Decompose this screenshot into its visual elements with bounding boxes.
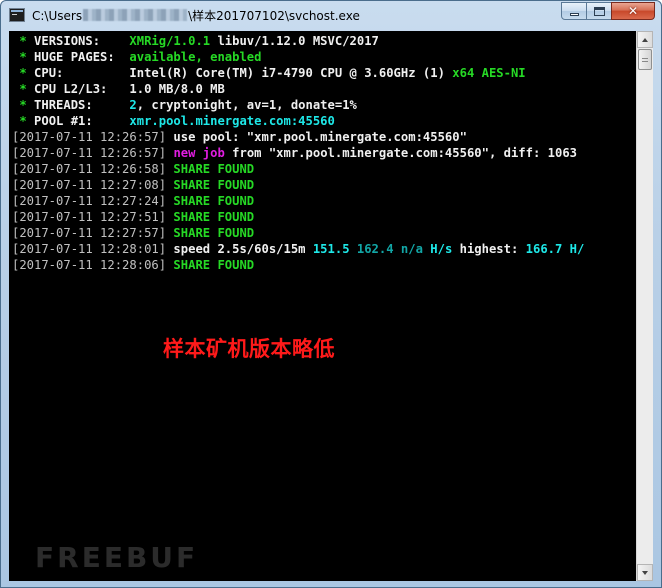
info-bullet: * <box>12 98 35 112</box>
log-message: new job <box>173 146 225 160</box>
console-info-line: * CPU: Intel(R) Core(TM) i7-4790 CPU @ 3… <box>12 65 584 81</box>
info-label: CPU L2/L3: <box>34 82 130 96</box>
minimize-button[interactable] <box>561 2 587 20</box>
info-bullet: * <box>12 34 35 48</box>
info-value: Intel(R) Core(TM) i7-4790 CPU @ 3.60GHz … <box>129 66 453 80</box>
console-info-line: * POOL #1: xmr.pool.minergate.com:45560 <box>12 113 584 129</box>
console-window: C:\Users \样本201707102\svchost.exe ✕ * VER… <box>0 0 662 588</box>
log-message: highest: <box>452 242 526 256</box>
log-message: from "xmr.pool.minergate.com:45560", dif… <box>224 146 578 160</box>
console-info-line: * VERSIONS: XMRig/1.0.1 libuv/1.12.0 MSV… <box>12 33 584 49</box>
minimize-icon <box>570 13 579 16</box>
info-label: VERSIONS: <box>34 34 130 48</box>
scroll-up-arrow-icon[interactable] <box>637 31 653 48</box>
window-title-suffix: \样本201707102\svchost.exe <box>188 9 360 23</box>
info-bullet: * <box>12 66 35 80</box>
info-value: xmr.pool.minergate.com:45560 <box>129 114 335 128</box>
info-value: x64 AES-NI <box>452 66 526 80</box>
log-timestamp: [2017-07-11 12:27:24] <box>12 194 167 208</box>
maximize-button[interactable] <box>586 2 612 20</box>
log-message: SHARE FOUND <box>166 178 255 192</box>
window-title: C:\Users \样本201707102\svchost.exe <box>32 7 360 24</box>
vertical-scrollbar[interactable] <box>636 31 653 581</box>
log-timestamp: [2017-07-11 12:28:06] <box>12 258 167 272</box>
log-message: H/s <box>430 242 453 256</box>
log-timestamp: [2017-07-11 12:28:01] <box>12 242 167 256</box>
log-message: SHARE FOUND <box>166 258 255 272</box>
info-value: 1.0 MB/8.0 MB <box>129 82 225 96</box>
scroll-down-arrow-icon[interactable] <box>637 564 653 581</box>
log-message: SHARE FOUND <box>166 210 255 224</box>
maximize-icon <box>594 7 605 16</box>
close-icon: ✕ <box>627 4 639 18</box>
info-value: available, enabled <box>129 50 262 64</box>
log-message: speed 2.5s/60s/15m <box>166 242 313 256</box>
console-log-line: [2017-07-11 12:27:24] SHARE FOUND <box>12 193 584 209</box>
info-label: POOL #1: <box>34 114 130 128</box>
redacted-username <box>83 9 188 21</box>
log-timestamp: [2017-07-11 12:27:57] <box>12 226 167 240</box>
info-value: 2 <box>129 98 137 112</box>
log-timestamp: [2017-07-11 12:26:57] <box>12 130 167 144</box>
log-timestamp: [2017-07-11 12:27:08] <box>12 178 167 192</box>
window-title-prefix: C:\Users <box>32 9 83 23</box>
info-value: libuv/1.12.0 MSVC/2017 <box>210 34 379 48</box>
console-info-line: * THREADS: 2, cryptonight, av=1, donate=… <box>12 97 584 113</box>
log-message: 166.7 H/ <box>525 242 585 256</box>
log-message: SHARE FOUND <box>166 226 255 240</box>
window-controls: ✕ <box>561 2 655 21</box>
console-log-line: [2017-07-11 12:27:51] SHARE FOUND <box>12 209 584 225</box>
close-button[interactable]: ✕ <box>611 2 655 20</box>
log-message <box>350 242 357 256</box>
info-bullet: * <box>12 82 35 96</box>
info-value: , cryptonight, av=1, donate=1% <box>136 98 357 112</box>
console-app-icon[interactable] <box>9 8 25 22</box>
info-label: THREADS: <box>34 98 130 112</box>
log-message: use pool: "xmr.pool.minergate.com:45560" <box>166 130 467 144</box>
watermark-logo: FREEBUF <box>35 541 199 574</box>
log-message: 151.5 <box>312 242 350 256</box>
console-info-line: * HUGE PAGES: available, enabled <box>12 49 584 65</box>
console-log-line: [2017-07-11 12:26:57] use pool: "xmr.poo… <box>12 129 584 145</box>
info-label: CPU: <box>34 66 130 80</box>
console-info-line: * CPU L2/L3: 1.0 MB/8.0 MB <box>12 81 584 97</box>
log-message: SHARE FOUND <box>166 162 255 176</box>
title-bar[interactable]: C:\Users \样本201707102\svchost.exe ✕ <box>1 1 661 31</box>
console-log-line: [2017-07-11 12:27:57] SHARE FOUND <box>12 225 584 241</box>
annotation-caption: 样本矿机版本略低 <box>163 337 335 361</box>
console-log-line: [2017-07-11 12:26:58] SHARE FOUND <box>12 161 584 177</box>
console-log-line: [2017-07-11 12:28:06] SHARE FOUND <box>12 257 584 273</box>
info-bullet: * <box>12 50 35 64</box>
log-message: SHARE FOUND <box>166 194 255 208</box>
log-timestamp: [2017-07-11 12:26:57] <box>12 146 167 160</box>
info-value: XMRig/1.0.1 <box>129 34 211 48</box>
console-log-line: [2017-07-11 12:28:01] speed 2.5s/60s/15m… <box>12 241 584 257</box>
log-message: 162.4 n/a <box>356 242 423 256</box>
info-bullet: * <box>12 114 35 128</box>
console-log-line: [2017-07-11 12:26:57] new job from "xmr.… <box>12 145 584 161</box>
console-output[interactable]: * VERSIONS: XMRig/1.0.1 libuv/1.12.0 MSV… <box>9 31 636 581</box>
info-label: HUGE PAGES: <box>34 50 130 64</box>
console-log-line: [2017-07-11 12:27:08] SHARE FOUND <box>12 177 584 193</box>
log-timestamp: [2017-07-11 12:26:58] <box>12 162 167 176</box>
scrollbar-thumb[interactable] <box>638 49 652 70</box>
console-lines: * VERSIONS: XMRig/1.0.1 libuv/1.12.0 MSV… <box>12 33 584 273</box>
log-timestamp: [2017-07-11 12:27:51] <box>12 210 167 224</box>
